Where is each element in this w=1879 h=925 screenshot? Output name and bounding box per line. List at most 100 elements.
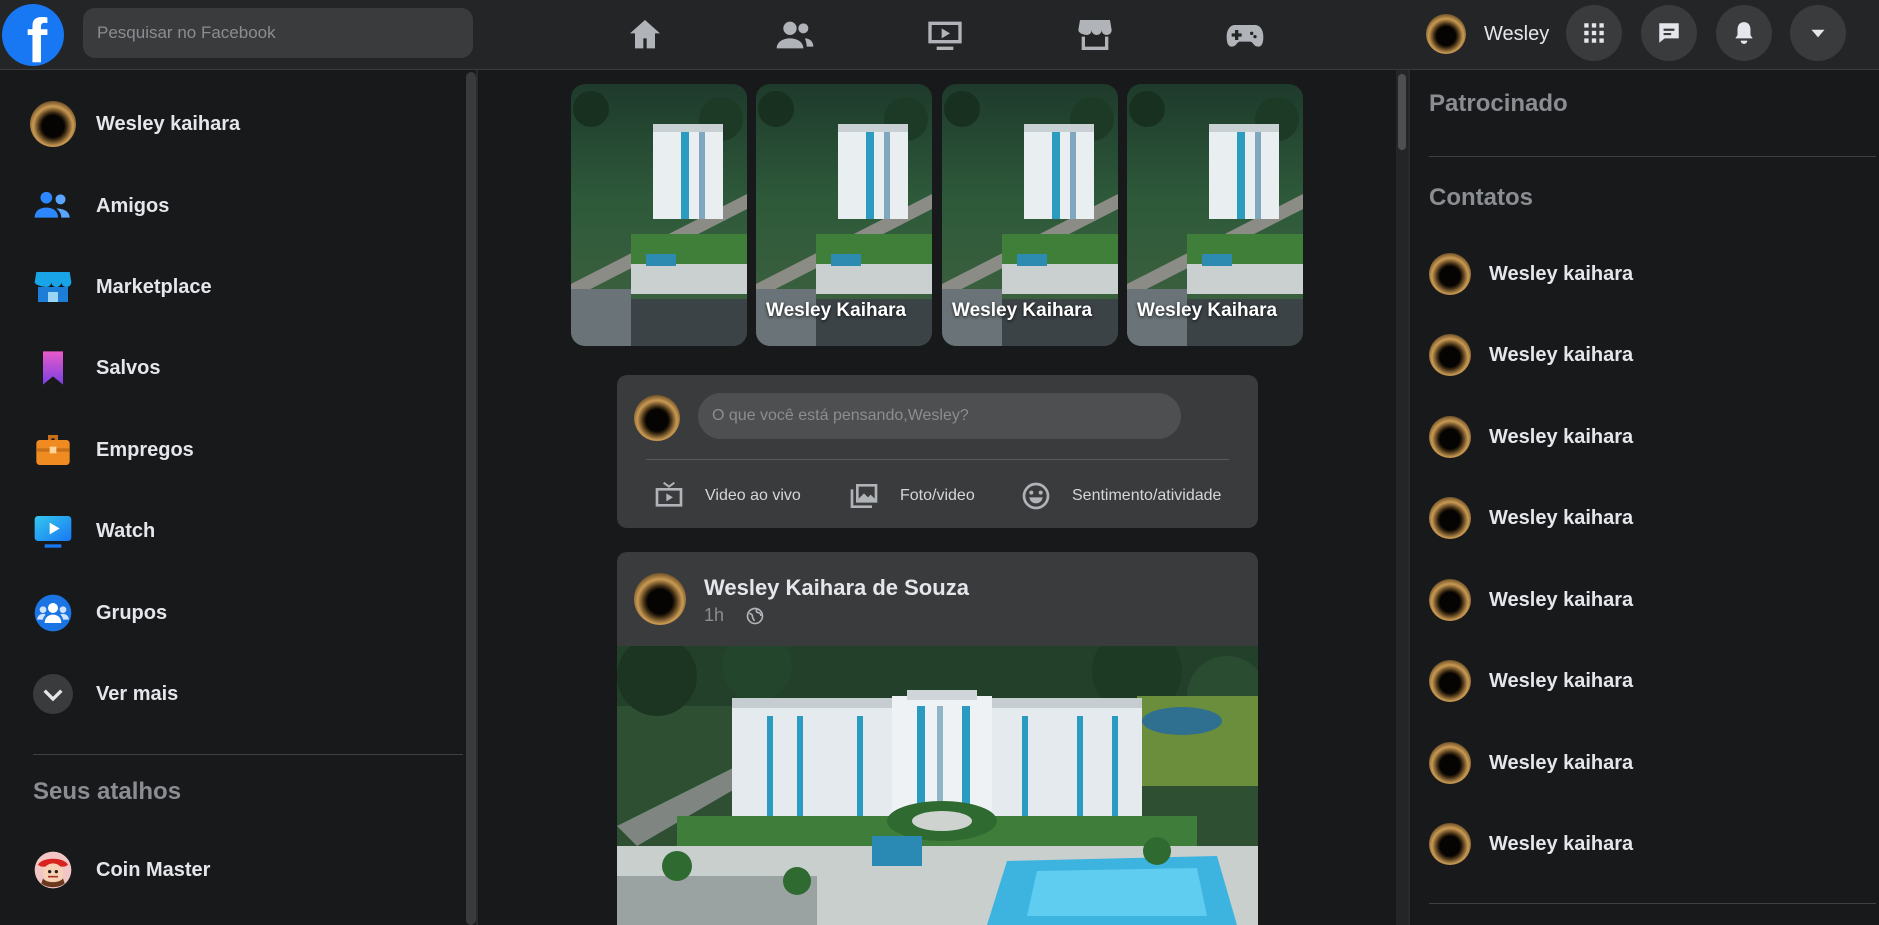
avatar: [1429, 660, 1471, 702]
sidebar-item-groups[interactable]: Grupos: [30, 588, 167, 638]
menu-button[interactable]: [1566, 5, 1622, 61]
sidebar-item-see-more[interactable]: Ver mais: [30, 669, 178, 719]
contact-name: Wesley kaihara: [1489, 343, 1634, 366]
contact-item[interactable]: Wesley kaihara: [1429, 332, 1633, 378]
sidebar-item-profile[interactable]: Wesley kaihara: [30, 99, 240, 149]
sidebar-item-label: Marketplace: [96, 275, 212, 298]
sidebar-item-friends[interactable]: Amigos: [30, 181, 169, 231]
smiley-icon: [1022, 482, 1050, 510]
sidebar-item-watch[interactable]: Watch: [30, 506, 155, 556]
bookmark-icon: [30, 345, 76, 391]
sidebar-item-label: Wesley kaihara: [96, 112, 241, 135]
right-divider: [1429, 156, 1876, 157]
nav-friends[interactable]: [760, 12, 830, 58]
friends-icon: [30, 183, 76, 229]
feed-scrollbar-thumb[interactable]: [1398, 74, 1406, 150]
feeling-activity-label: Sentimento/atividade: [1072, 487, 1222, 504]
post-author[interactable]: Wesley Kaihara de Souza: [704, 575, 969, 601]
chevron-down-icon: [30, 671, 76, 717]
photo-video-button[interactable]: Foto/video: [848, 481, 975, 511]
contact-item[interactable]: Wesley kaihara: [1429, 251, 1633, 297]
nav-watch[interactable]: [910, 12, 980, 58]
story-name: Wesley Kaihara: [952, 300, 1093, 321]
composer-input[interactable]: [698, 393, 1181, 439]
logo-letter: f: [26, 7, 48, 67]
contact-name: Wesley kaihara: [1489, 262, 1634, 285]
live-video-button[interactable]: Video ao vivo: [653, 481, 801, 511]
contact-item[interactable]: Wesley kaihara: [1429, 821, 1633, 867]
story-card[interactable]: Wesley Kaihara: [756, 84, 932, 346]
story-name: Wesley Kaihara: [766, 300, 907, 321]
feed-scrollbar[interactable]: [1396, 70, 1408, 925]
story-card[interactable]: [571, 84, 747, 346]
story-card[interactable]: Wesley Kaihara: [942, 84, 1118, 346]
watch-icon: [928, 21, 962, 50]
avatar: [30, 101, 76, 147]
avatar: [1426, 14, 1466, 54]
contacts-title: Contatos: [1429, 184, 1533, 211]
sidebar-shortcut-coin-master[interactable]: Coin Master: [30, 845, 210, 895]
globe-icon: [746, 607, 764, 625]
nav-gaming[interactable]: [1210, 12, 1280, 58]
left-sidebar: Wesley kaihara Amigos Marketplace Salvos…: [0, 70, 478, 925]
sidebar-item-label: Salvos: [96, 356, 161, 379]
sidebar-item-marketplace[interactable]: Marketplace: [30, 262, 212, 312]
composer-divider: [646, 459, 1229, 460]
contact-item[interactable]: Wesley kaihara: [1429, 577, 1633, 623]
avatar: [1429, 579, 1471, 621]
messenger-icon: [1659, 23, 1679, 43]
left-scrollbar[interactable]: [466, 72, 476, 925]
right-divider: [1429, 903, 1876, 904]
avatar: [1429, 823, 1471, 865]
contact-name: Wesley kaihara: [1489, 506, 1634, 529]
facebook-logo-icon[interactable]: f: [2, 4, 64, 66]
sidebar-item-label: Coin Master: [96, 858, 211, 881]
profile-name: Wesley: [1484, 22, 1550, 45]
contact-name: Wesley kaihara: [1489, 669, 1634, 692]
nav-marketplace[interactable]: [1060, 12, 1130, 58]
story-name: Wesley Kaihara: [1137, 300, 1278, 321]
contact-item[interactable]: Wesley kaihara: [1429, 495, 1633, 541]
menu-grid-icon: [1584, 23, 1604, 43]
story-card[interactable]: Wesley Kaihara: [1127, 84, 1303, 346]
shortcuts-title: Seus atalhos: [33, 778, 182, 805]
nav-home[interactable]: [610, 12, 680, 58]
feed-post: Wesley Kaihara de Souza 1h: [617, 552, 1258, 925]
messenger-button[interactable]: [1641, 5, 1697, 61]
post-timestamp[interactable]: 1h: [704, 605, 724, 626]
notifications-button[interactable]: [1716, 5, 1772, 61]
sidebar-item-jobs[interactable]: Empregos: [30, 425, 194, 475]
story-image: [571, 84, 747, 346]
sidebar-divider: [33, 754, 463, 755]
coin-master-icon: [30, 847, 76, 893]
photo-icon: [850, 484, 878, 508]
top-navigation-bar: f Wesley: [0, 0, 1879, 70]
photo-video-label: Foto/video: [900, 487, 975, 504]
post-composer: Video ao vivo Foto/video Sentimento/ativ…: [617, 375, 1258, 528]
briefcase-icon: [30, 427, 76, 473]
marketplace-icon: [30, 264, 76, 310]
contact-item[interactable]: Wesley kaihara: [1429, 414, 1633, 460]
feeling-activity-button[interactable]: Sentimento/atividade: [1020, 481, 1221, 511]
right-column-edge: [1408, 70, 1410, 925]
friends-icon: [776, 21, 814, 49]
profile-chip[interactable]: Wesley: [1426, 12, 1549, 56]
sidebar-item-label: Empregos: [96, 438, 194, 461]
contact-item[interactable]: Wesley kaihara: [1429, 740, 1633, 786]
avatar[interactable]: [634, 573, 686, 625]
sidebar-item-saved[interactable]: Salvos: [30, 343, 160, 393]
contact-name: Wesley kaihara: [1489, 588, 1634, 611]
sidebar-item-label: Ver mais: [96, 682, 179, 705]
search-input[interactable]: [83, 8, 473, 58]
contact-item[interactable]: Wesley kaihara: [1429, 658, 1633, 704]
contact-name: Wesley kaihara: [1489, 425, 1634, 448]
sponsored-title: Patrocinado: [1429, 90, 1568, 117]
sidebar-item-label: Watch: [96, 519, 156, 542]
post-image[interactable]: [617, 646, 1258, 925]
avatar: [1429, 416, 1471, 458]
account-dropdown-button[interactable]: [1790, 5, 1846, 61]
contact-name: Wesley kaihara: [1489, 832, 1634, 855]
avatar: [1429, 253, 1471, 295]
notifications-icon: [1735, 22, 1753, 44]
avatar: [1429, 742, 1471, 784]
